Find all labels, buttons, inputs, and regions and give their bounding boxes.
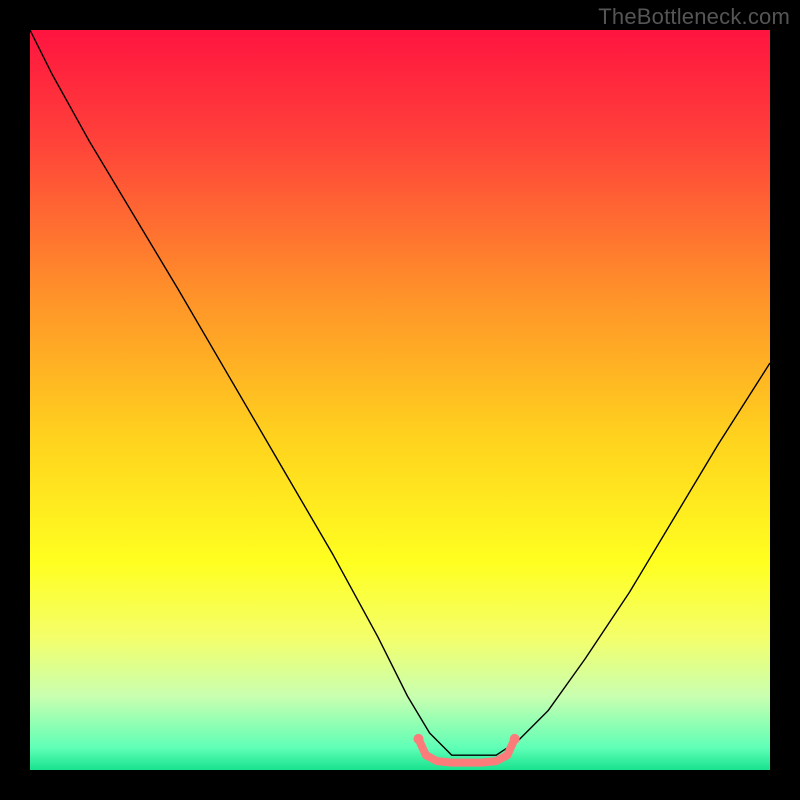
gradient-background bbox=[30, 30, 770, 770]
optimal-range-marker bbox=[510, 734, 520, 744]
optimal-range-marker bbox=[414, 734, 424, 744]
watermark-text: TheBottleneck.com bbox=[598, 4, 790, 30]
chart-frame: TheBottleneck.com bbox=[0, 0, 800, 800]
bottleneck-chart bbox=[30, 30, 770, 770]
